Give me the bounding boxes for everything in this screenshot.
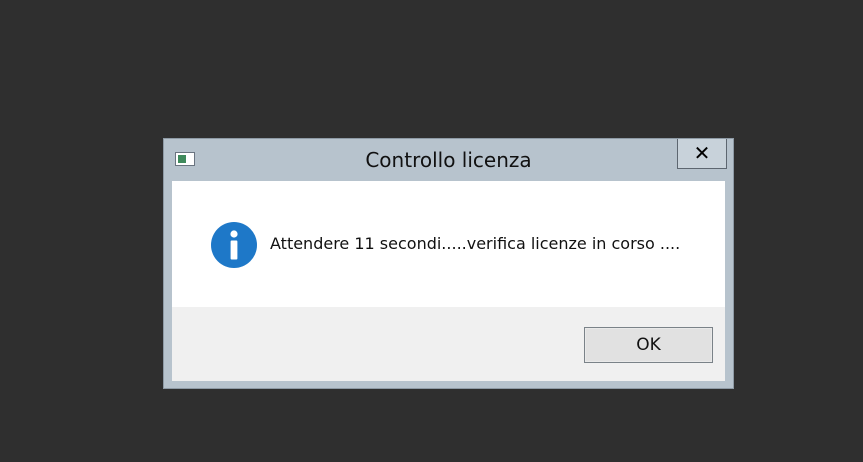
- message-text: Attendere 11 secondi.....verifica licenz…: [270, 234, 681, 253]
- dialog-title: Controllo licenza: [365, 148, 532, 172]
- desktop-background: Controllo licenza ✕ Attendere 11 secondi…: [0, 0, 863, 462]
- message-area: Attendere 11 secondi.....verifica licenz…: [172, 181, 725, 307]
- close-icon: ✕: [693, 141, 711, 165]
- dialog-client-area: Attendere 11 secondi.....verifica licenz…: [172, 181, 725, 381]
- button-area: OK: [172, 307, 725, 381]
- title-bar[interactable]: Controllo licenza ✕: [164, 139, 733, 181]
- license-check-dialog: Controllo licenza ✕ Attendere 11 secondi…: [163, 138, 734, 389]
- info-icon: [211, 222, 257, 268]
- close-button[interactable]: ✕: [677, 139, 727, 169]
- ok-button[interactable]: OK: [584, 327, 713, 363]
